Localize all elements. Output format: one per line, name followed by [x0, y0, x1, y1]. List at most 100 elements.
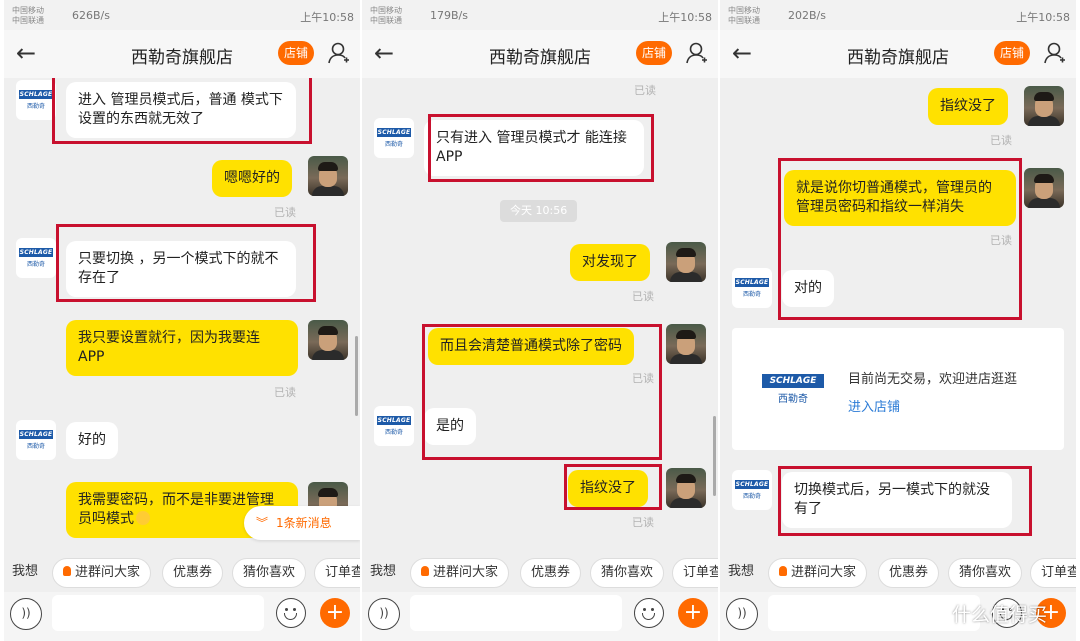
- message-list[interactable]: SCHLAGE 西勒奇 进入 管理员模式后，普通 模式下设置的东西就无效了 嗯嗯…: [4, 78, 360, 548]
- chat-header: ← 西勒奇旗舰店 店铺: [362, 30, 718, 78]
- message-input[interactable]: [410, 595, 622, 631]
- user-avatar[interactable]: [666, 468, 706, 508]
- quick-item-coupon[interactable]: 优惠券: [520, 558, 582, 588]
- quick-item-group-ask[interactable]: 进群问大家: [52, 558, 152, 588]
- voice-icon[interactable]: )): [726, 598, 758, 630]
- smile-emoji-icon: [136, 511, 150, 525]
- network-speed: 626B/s: [72, 9, 110, 22]
- plus-icon[interactable]: +: [678, 598, 708, 628]
- shop-button[interactable]: 店铺: [994, 41, 1030, 65]
- new-message-indicator[interactable]: ︾ 1条新消息: [244, 506, 360, 540]
- smile-icon[interactable]: [276, 598, 306, 628]
- status-bar: 中国移动 中国联通 626B/s 上午10:58: [4, 0, 360, 30]
- user-avatar[interactable]: [666, 242, 706, 282]
- shop-avatar[interactable]: SCHLAGE 西勒奇: [732, 470, 772, 510]
- message-bubble-self[interactable]: 我只要设置就行，因为我要连APP: [66, 320, 298, 376]
- user-avatar[interactable]: [1024, 168, 1064, 208]
- quick-item-coupon[interactable]: 优惠券: [878, 558, 940, 588]
- shop-avatar[interactable]: SCHLAGE 西勒奇: [374, 406, 414, 446]
- clock: 上午10:58: [1016, 11, 1070, 24]
- quick-item-group-ask[interactable]: 进群问大家: [768, 558, 868, 588]
- quick-label: 我想: [728, 564, 755, 579]
- shop-avatar[interactable]: SCHLAGE 西勒奇: [16, 420, 56, 460]
- clock: 上午10:58: [658, 11, 712, 24]
- carrier-1: 中国移动: [12, 6, 44, 15]
- quick-item-label: 进群问大家: [791, 565, 857, 580]
- message-bubble-self[interactable]: 而且会清楚普通模式除了密码: [428, 328, 634, 365]
- card-text: 目前尚无交易，欢迎进店逛逛: [848, 372, 1018, 387]
- schlage-logo: SCHLAGE: [735, 278, 769, 287]
- message-bubble-shop[interactable]: 进入 管理员模式后，普通 模式下设置的东西就无效了: [66, 82, 296, 138]
- read-receipt: 已读: [274, 206, 296, 219]
- carrier-2: 中国联通: [370, 16, 402, 25]
- scrollbar-thumb[interactable]: [355, 336, 358, 416]
- message-input[interactable]: [768, 595, 980, 631]
- carrier-2: 中国联通: [12, 16, 44, 25]
- message-bubble-self[interactable]: 指纹没了: [928, 88, 1008, 125]
- schlage-logo-cn: 西勒奇: [26, 443, 45, 450]
- card-schlage-logo-cn: 西勒奇: [778, 394, 808, 405]
- message-bubble-shop[interactable]: 是的: [424, 408, 476, 445]
- quick-label: 我想: [12, 564, 39, 579]
- message-input[interactable]: [52, 595, 264, 631]
- scrollbar-thumb[interactable]: [713, 416, 716, 496]
- quick-item-label: 进群问大家: [75, 565, 141, 580]
- plus-icon[interactable]: +: [320, 598, 350, 628]
- shop-avatar[interactable]: SCHLAGE 西勒奇: [16, 238, 56, 278]
- quick-item-coupon[interactable]: 优惠券: [162, 558, 224, 588]
- shop-button[interactable]: 店铺: [636, 41, 672, 65]
- carrier-1: 中国移动: [370, 6, 402, 15]
- shop-button[interactable]: 店铺: [278, 41, 314, 65]
- status-bar: 中国移动 中国联通 179B/s 上午10:58: [362, 0, 718, 30]
- user-avatar[interactable]: [308, 156, 348, 196]
- message-list[interactable]: 指纹没了 已读 就是说你切普通模式，管理员的管理员密码和指纹一样消失 已读 SC…: [720, 78, 1076, 548]
- chat-header: ← 西勒奇旗舰店 店铺: [720, 30, 1076, 78]
- schlage-logo-cn: 西勒奇: [26, 103, 45, 110]
- voice-icon[interactable]: )): [368, 598, 400, 630]
- quick-item-recommend[interactable]: 猜你喜欢: [948, 558, 1023, 588]
- message-bubble-shop[interactable]: 只有进入 管理员模式才 能连接APP: [424, 120, 644, 176]
- message-bubble-self[interactable]: 嗯嗯好的: [212, 160, 292, 197]
- carrier-labels: 中国移动 中国联通: [728, 6, 760, 26]
- read-receipt: 已读: [632, 372, 654, 385]
- quick-item-recommend[interactable]: 猜你喜欢: [232, 558, 307, 588]
- message-bubble-self[interactable]: 就是说你切普通模式，管理员的管理员密码和指纹一样消失: [784, 170, 1016, 226]
- shop-avatar[interactable]: SCHLAGE 西勒奇: [16, 80, 56, 120]
- user-avatar[interactable]: [308, 320, 348, 360]
- message-bubble-shop[interactable]: 好的: [66, 422, 118, 459]
- read-receipt: 已读: [632, 290, 654, 303]
- group-icon: [779, 566, 787, 576]
- message-bubble-shop[interactable]: 切换模式后，另一模式下的就没有了: [782, 472, 1012, 528]
- quick-item-order[interactable]: 订单查: [314, 558, 360, 588]
- message-bubble-shop[interactable]: 只要切换 ，另一个模式下的就不存在了: [66, 241, 296, 297]
- schlage-logo: SCHLAGE: [377, 416, 411, 425]
- user-avatar[interactable]: [1024, 86, 1064, 126]
- shop-avatar[interactable]: SCHLAGE 西勒奇: [374, 118, 414, 158]
- quick-item-label: 进群问大家: [433, 565, 499, 580]
- message-list[interactable]: 已读 SCHLAGE 西勒奇 只有进入 管理员模式才 能连接APP 今天 10:…: [362, 78, 718, 548]
- message-bubble-self[interactable]: 指纹没了: [568, 470, 648, 507]
- quick-reply-bar: 我想 进群问大家 优惠券 猜你喜欢 订单查: [4, 554, 360, 592]
- voice-icon[interactable]: )): [10, 598, 42, 630]
- quick-item-order[interactable]: 订单查: [1030, 558, 1076, 588]
- schlage-logo: SCHLAGE: [19, 90, 53, 99]
- quick-item-recommend[interactable]: 猜你喜欢: [590, 558, 665, 588]
- watermark-text: 什么值得买: [952, 604, 1048, 626]
- smile-icon[interactable]: [634, 598, 664, 628]
- quick-item-group-ask[interactable]: 进群问大家: [410, 558, 510, 588]
- user-profile-icon[interactable]: [328, 41, 350, 65]
- read-receipt: 已读: [634, 84, 656, 97]
- message-bubble-self[interactable]: 对发现了: [570, 244, 650, 281]
- user-profile-icon[interactable]: [1044, 41, 1066, 65]
- group-icon: [421, 566, 429, 576]
- shop-avatar[interactable]: SCHLAGE 西勒奇: [732, 268, 772, 308]
- carrier-1: 中国移动: [728, 6, 760, 15]
- enter-shop-link[interactable]: 进入店铺: [848, 396, 900, 415]
- message-bubble-shop[interactable]: 对的: [782, 270, 834, 307]
- user-avatar[interactable]: [666, 324, 706, 364]
- schlage-logo: SCHLAGE: [19, 430, 53, 439]
- user-profile-icon[interactable]: [686, 41, 708, 65]
- quick-item-order[interactable]: 订单查: [672, 558, 718, 588]
- carrier-labels: 中国移动 中国联通: [12, 6, 44, 26]
- shop-info-card[interactable]: SCHLAGE 西勒奇 目前尚无交易，欢迎进店逛逛 进入店铺: [732, 328, 1064, 450]
